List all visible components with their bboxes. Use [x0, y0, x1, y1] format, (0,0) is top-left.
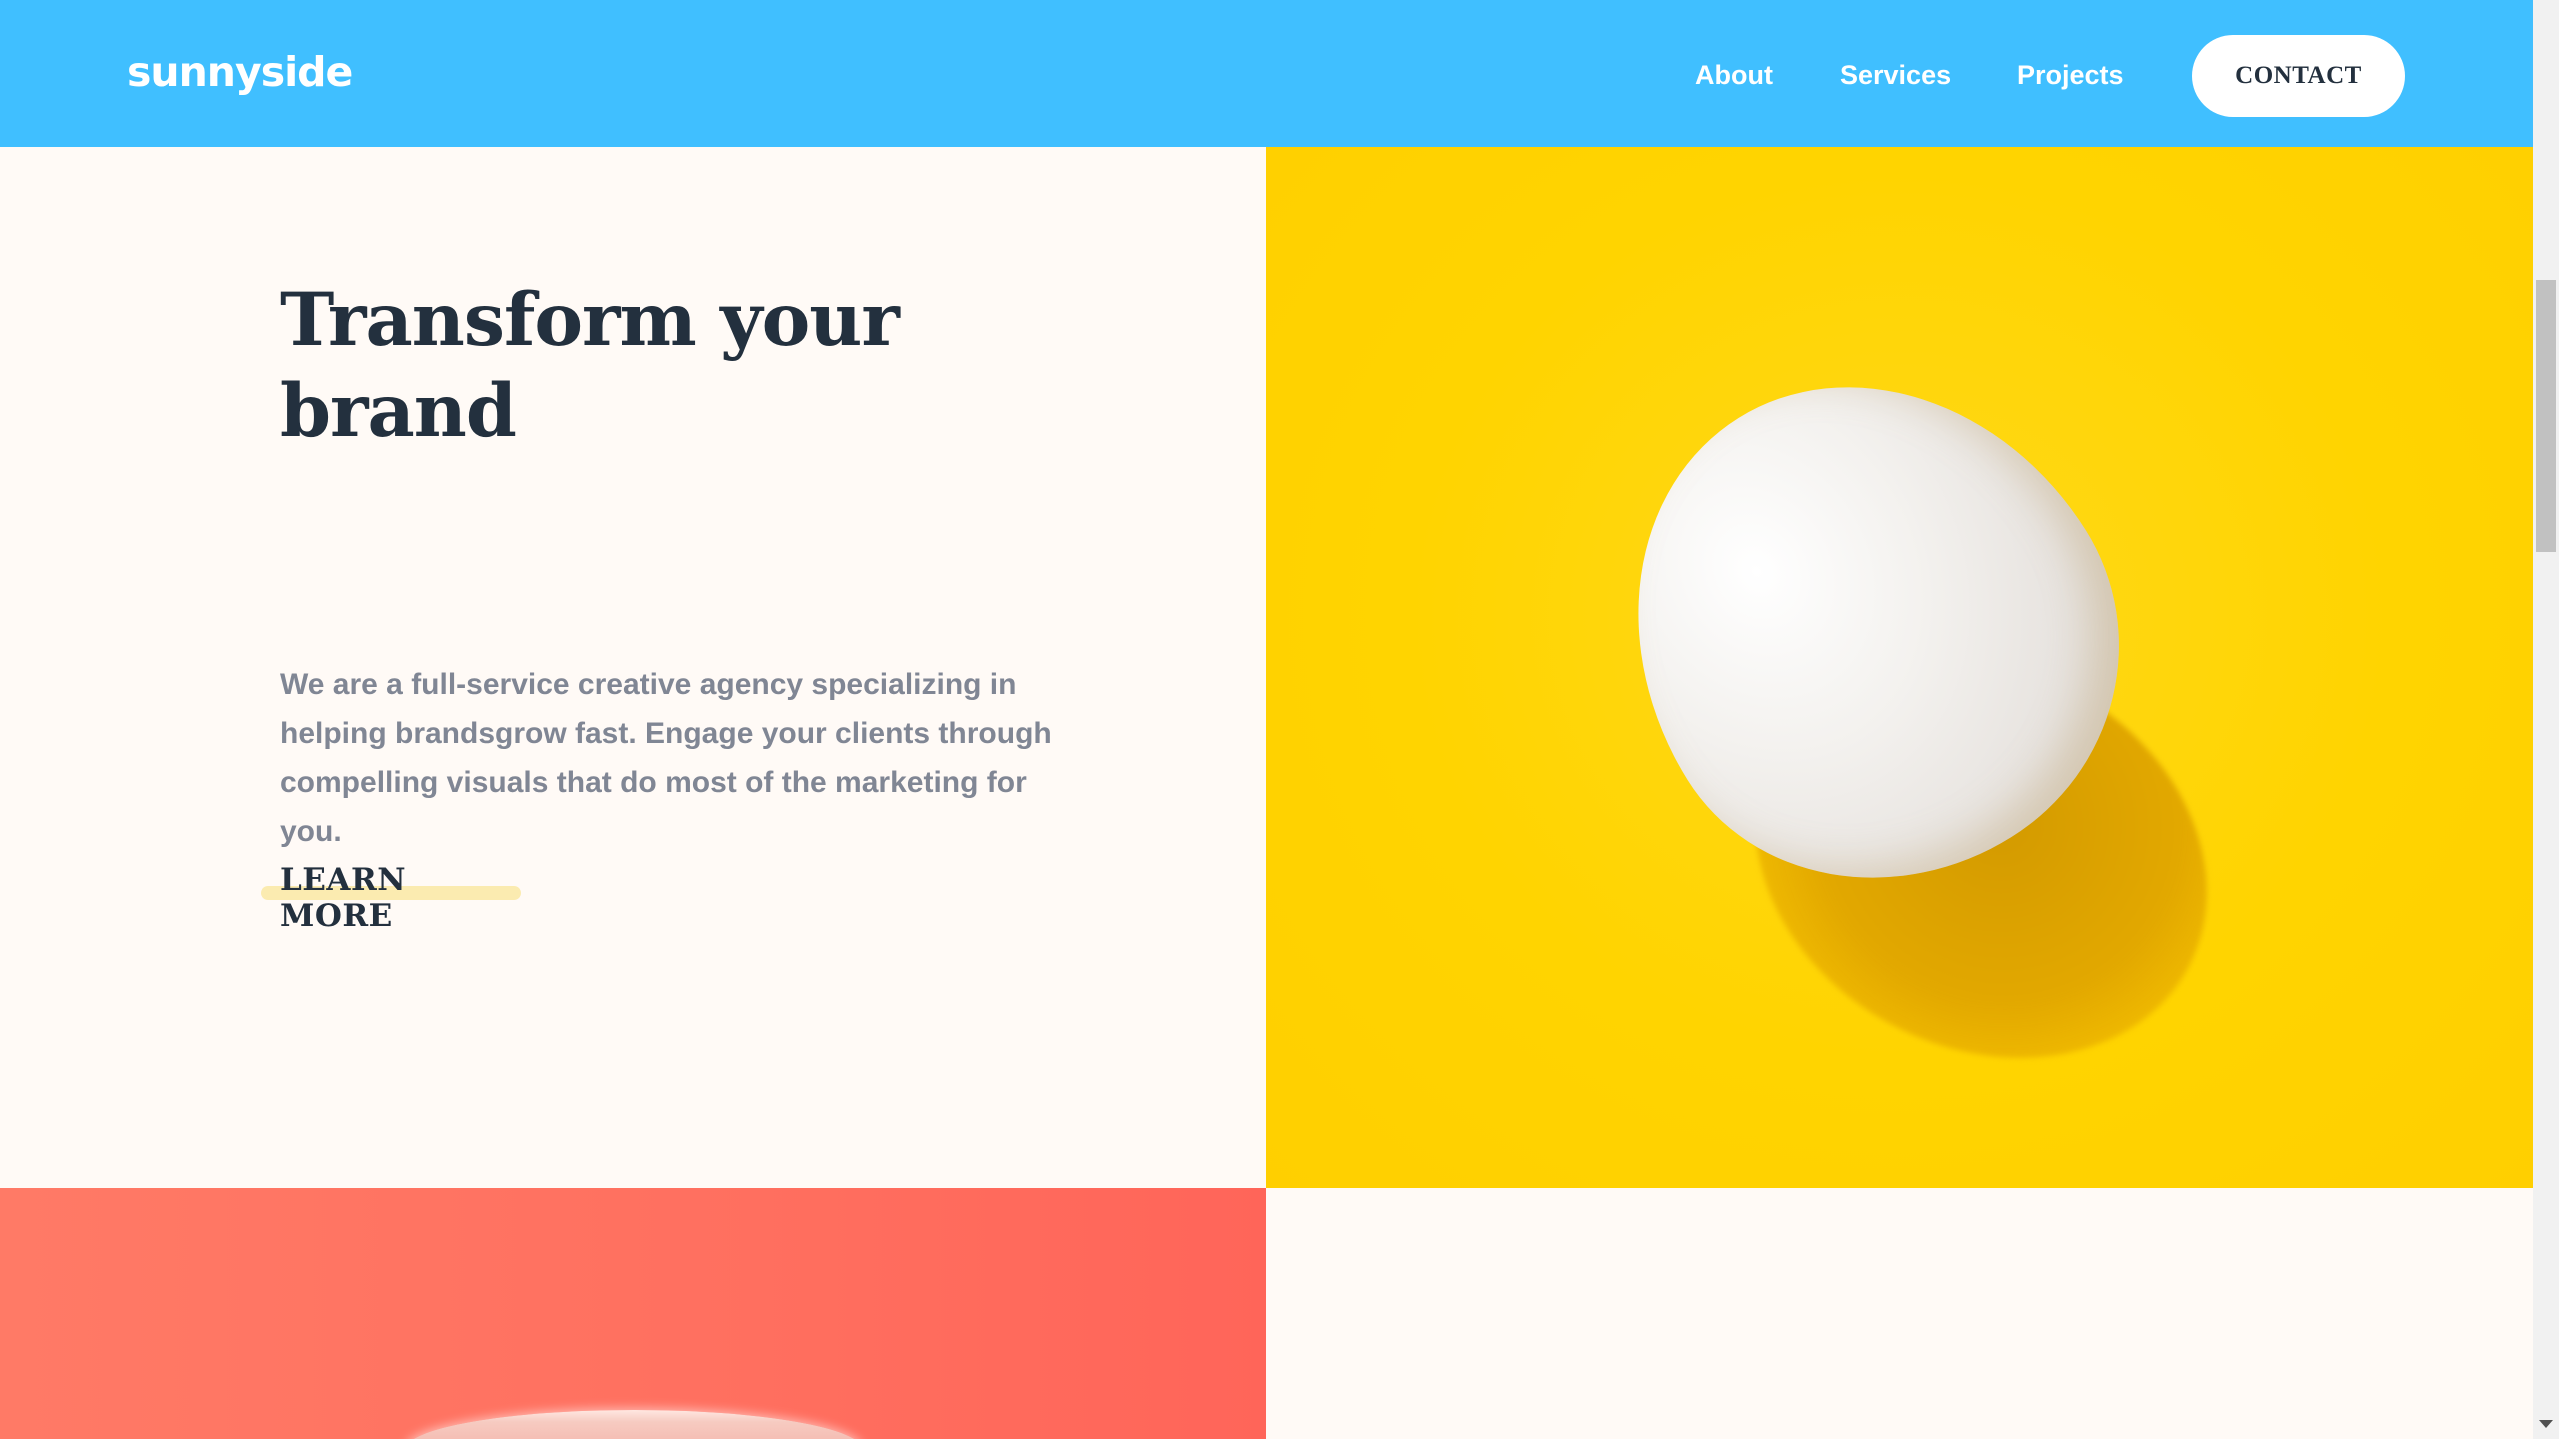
vertical-scrollbar[interactable] — [2533, 0, 2559, 1439]
learn-more-link[interactable]: LEARN MORE — [261, 858, 521, 934]
learn-more-label: LEARN MORE — [280, 862, 407, 934]
second-row-text-panel — [1266, 1188, 2533, 1439]
scroll-down-arrow-icon[interactable] — [2539, 1420, 2553, 1428]
hero-title-line-1: Transform your — [280, 277, 900, 363]
hero-paragraph: We are a full-service creative agency sp… — [280, 668, 1052, 848]
nav-link-services[interactable]: Services — [1840, 55, 1951, 95]
cup-rim — [405, 1410, 863, 1439]
logo[interactable]: sunnyside — [127, 44, 353, 100]
nav-link-about[interactable]: About — [1695, 55, 1773, 95]
hero-title-line-2: brand — [280, 368, 517, 454]
contact-button[interactable]: CONTACT — [2192, 35, 2405, 117]
site-header: sunnyside About Services Projects CONTAC… — [0, 0, 2533, 147]
egg-image — [1266, 147, 2533, 1188]
hero-title: Transform your brand — [280, 275, 1080, 457]
cup-image — [0, 1188, 1266, 1439]
nav-link-projects[interactable]: Projects — [2017, 55, 2124, 95]
scrollbar-thumb[interactable] — [2536, 280, 2556, 552]
